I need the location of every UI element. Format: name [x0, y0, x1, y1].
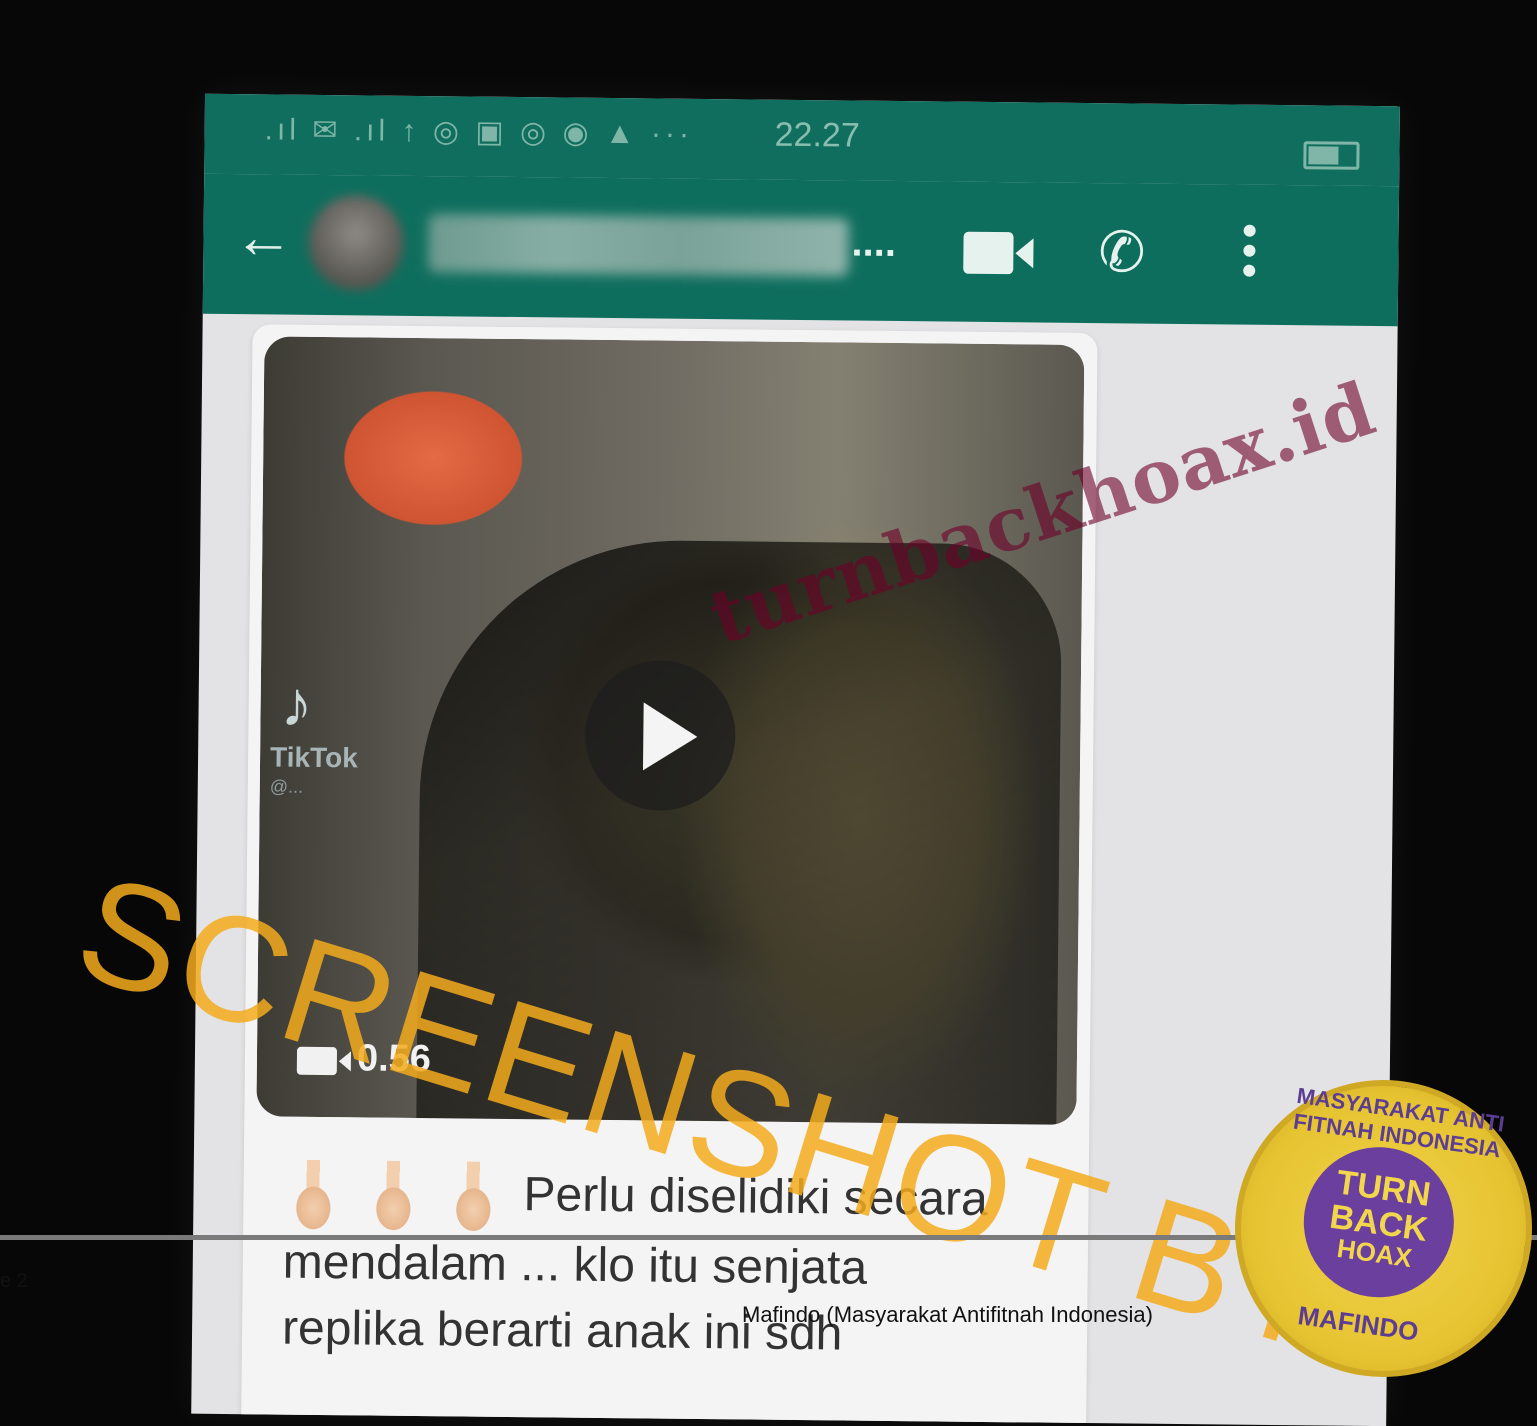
tiktok-icon: ♪	[280, 667, 314, 740]
badge-center: TURN BACK HOAX	[1294, 1137, 1464, 1307]
play-icon[interactable]	[584, 659, 737, 812]
pointing-down-emoji-icon	[283, 1159, 344, 1231]
chat-header: ← .... ✆	[202, 173, 1400, 327]
contact-name-blurred[interactable]	[428, 214, 849, 277]
more-options-icon[interactable]	[1243, 224, 1256, 285]
footer-left-fragment: e 2	[0, 1270, 28, 1292]
image-caption: Mafindo (Masyarakat Antifitnah Indonesia…	[742, 1302, 1153, 1327]
status-time: 22.27	[774, 115, 860, 155]
battery-icon	[1303, 141, 1360, 170]
contact-avatar[interactable]	[307, 194, 404, 291]
status-icons: .ıl ✉ .ıl ↑ ◎ ▣ ◎ ◉ ▲ ···	[264, 113, 694, 151]
badge-mafindo: MAFINDO	[1296, 1300, 1421, 1347]
caption-line-2: mendalam ... klo itu senjata	[282, 1235, 868, 1296]
pointing-down-emoji-icon	[363, 1160, 424, 1232]
pointing-down-emoji-icon	[443, 1161, 504, 1233]
contact-name-ellipsis: ....	[851, 220, 897, 265]
tiktok-handle: @...	[269, 776, 304, 797]
status-bar: .ıl ✉ .ıl ↑ ◎ ▣ ◎ ◉ ▲ ··· 22.27	[204, 93, 1400, 187]
video-call-icon[interactable]	[963, 231, 1014, 275]
tiktok-label: TikTok	[269, 741, 358, 774]
back-arrow-icon[interactable]: ←	[233, 202, 294, 272]
voice-call-icon[interactable]: ✆	[1098, 219, 1146, 285]
